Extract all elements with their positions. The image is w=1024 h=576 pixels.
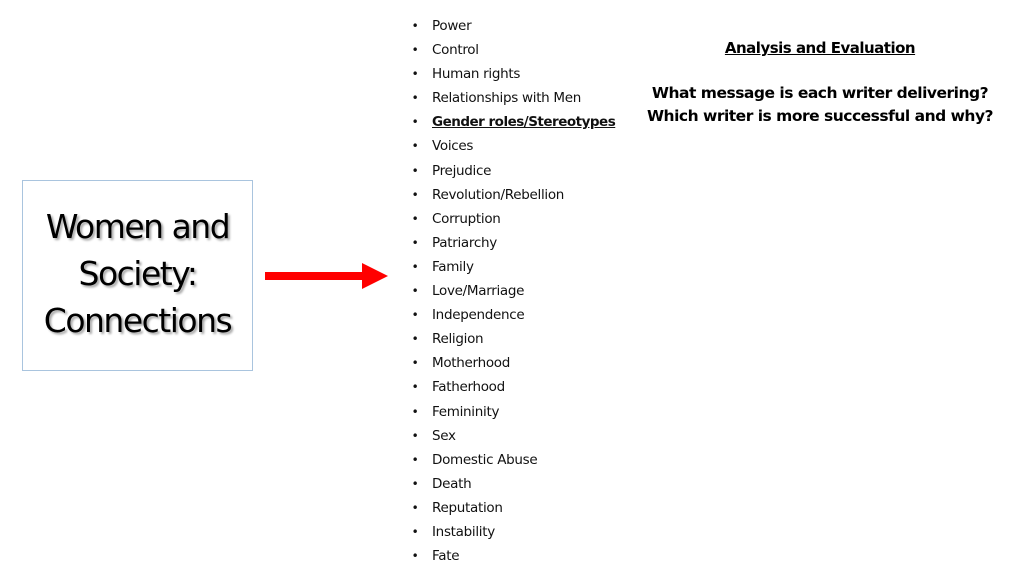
analysis-questions: What message is each writer delivering? …	[640, 82, 1000, 128]
topic-item: • Family	[410, 255, 615, 279]
topic-item: • Control	[410, 38, 615, 62]
bullet-icon: •	[411, 308, 419, 323]
topic-item: • Motherhood	[410, 351, 615, 375]
bullet-icon: •	[411, 43, 419, 58]
topic-item: • Domestic Abuse	[410, 448, 615, 472]
topic-label: Voices	[432, 138, 474, 155]
topic-label: Prejudice	[432, 162, 492, 179]
title-line: Connections	[43, 301, 233, 340]
topic-item: • Fatherhood	[410, 375, 615, 399]
topic-label: Love/Marriage	[432, 283, 525, 300]
title-box: Women and Society: Connections	[22, 180, 253, 371]
topic-label: Revolution/Rebellion	[432, 186, 565, 203]
topic-label: Fate	[432, 548, 460, 565]
topic-label: Death	[432, 475, 472, 492]
topic-label: Gender roles/Stereotypes	[432, 114, 616, 131]
topic-item: • Fate	[410, 544, 615, 568]
bullet-icon: •	[411, 284, 419, 299]
arrow-shaft	[265, 272, 363, 280]
bullet-icon: •	[411, 356, 419, 371]
title-line: Women and	[45, 207, 231, 246]
topic-label: Independence	[432, 307, 525, 324]
topic-label: Motherhood	[432, 355, 511, 372]
topic-label: Relationships with Men	[432, 90, 582, 107]
topic-item: • Prejudice	[410, 159, 615, 183]
bullet-icon: •	[411, 404, 419, 419]
bullet-icon: •	[411, 452, 419, 467]
topic-item: • Power	[410, 14, 615, 38]
slide-title: Women and Society: Connections	[43, 203, 233, 344]
topic-item: • Relationships with Men	[410, 86, 615, 110]
question: What message is each writer delivering?	[651, 84, 989, 102]
topics-list: • Power • Control • Human rights • Relationship…	[410, 14, 616, 568]
topic-item: • Religion	[410, 327, 615, 351]
question: Which writer is more successful and why?	[646, 107, 994, 125]
topic-label: Human rights	[432, 66, 521, 83]
bullet-icon: •	[411, 549, 419, 564]
analysis-panel: Analysis and Evaluation What message is …	[640, 36, 1000, 128]
topic-item: • Gender roles/Stereotypes	[410, 110, 616, 134]
arrow-head	[362, 263, 388, 289]
topic-item: • Independence	[410, 303, 615, 327]
analysis-heading: Analysis and Evaluation	[724, 39, 916, 57]
topic-item: • Patriarchy	[410, 231, 615, 255]
topic-label: Patriarchy	[432, 234, 497, 251]
bullet-icon: •	[411, 139, 419, 154]
topic-item: • Death	[410, 472, 615, 496]
bullet-icon: •	[411, 67, 419, 82]
bullet-icon: •	[411, 163, 419, 178]
title-line: Society:	[78, 254, 198, 293]
right-arrow-icon	[265, 263, 388, 289]
bullet-icon: •	[411, 115, 419, 130]
topic-label: Control	[432, 42, 479, 59]
bullet-icon: •	[411, 428, 419, 443]
bullet-icon: •	[411, 211, 419, 226]
topic-item: • Love/Marriage	[410, 279, 615, 303]
topic-label: Fatherhood	[432, 379, 505, 396]
topic-item: • Corruption	[410, 207, 615, 231]
bullet-icon: •	[411, 500, 419, 515]
topic-label: Femininity	[432, 403, 500, 420]
topic-label: Family	[432, 258, 474, 275]
topic-label: Power	[432, 18, 472, 34]
topic-item: • Sex	[410, 424, 615, 448]
bullet-icon: •	[411, 19, 419, 33]
bullet-icon: •	[411, 332, 419, 347]
topic-item: • Revolution/Rebellion	[410, 183, 615, 207]
topic-item: • Femininity	[410, 400, 615, 424]
topic-label: Religion	[432, 331, 484, 348]
bullet-icon: •	[411, 380, 419, 395]
topic-item: • Human rights	[410, 62, 615, 86]
topic-item: • Instability	[410, 520, 615, 544]
topic-label: Corruption	[432, 210, 501, 227]
bullet-icon: •	[411, 524, 419, 539]
topic-label: Instability	[432, 523, 495, 540]
bullet-icon: •	[411, 476, 419, 491]
bullet-icon: •	[411, 91, 419, 106]
topic-label: Sex	[432, 427, 456, 444]
bullet-icon: •	[411, 259, 419, 274]
topic-label: Reputation	[432, 499, 503, 516]
topic-item: • Reputation	[410, 496, 615, 520]
bullet-icon: •	[411, 187, 419, 202]
bullet-icon: •	[411, 235, 419, 250]
topic-label: Domestic Abuse	[432, 451, 538, 468]
topic-item: • Voices	[410, 134, 615, 158]
